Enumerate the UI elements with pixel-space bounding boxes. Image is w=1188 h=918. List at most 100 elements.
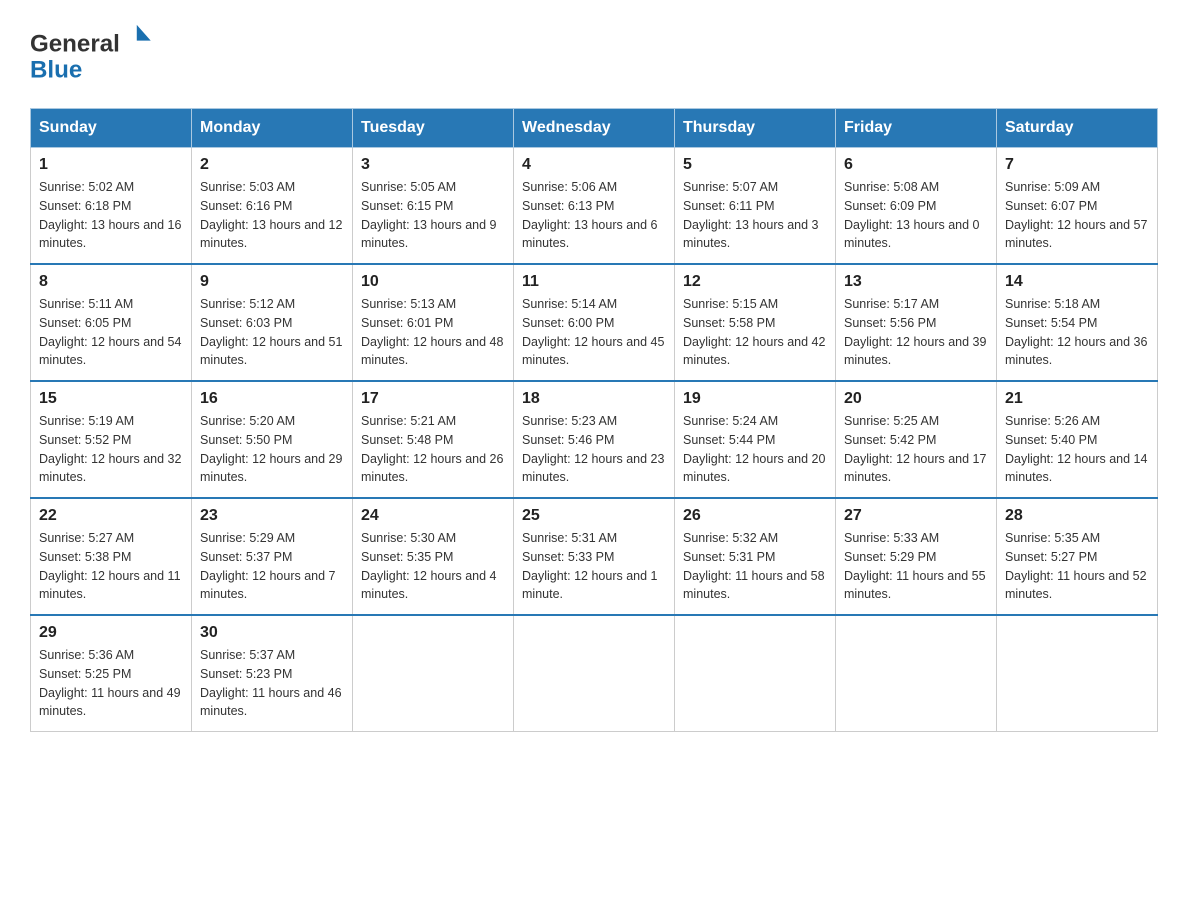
day-info: Sunrise: 5:36 AMSunset: 5:25 PMDaylight:… bbox=[39, 646, 183, 721]
day-number: 19 bbox=[683, 390, 827, 408]
calendar-cell: 4Sunrise: 5:06 AMSunset: 6:13 PMDaylight… bbox=[514, 148, 675, 265]
day-number: 15 bbox=[39, 390, 183, 408]
day-number: 11 bbox=[522, 273, 666, 291]
day-info: Sunrise: 5:25 AMSunset: 5:42 PMDaylight:… bbox=[844, 412, 988, 487]
day-number: 9 bbox=[200, 273, 344, 291]
day-info: Sunrise: 5:12 AMSunset: 6:03 PMDaylight:… bbox=[200, 295, 344, 370]
calendar-cell: 30Sunrise: 5:37 AMSunset: 5:23 PMDayligh… bbox=[192, 615, 353, 732]
calendar-cell bbox=[836, 615, 997, 732]
day-header-thursday: Thursday bbox=[675, 109, 836, 148]
day-info: Sunrise: 5:11 AMSunset: 6:05 PMDaylight:… bbox=[39, 295, 183, 370]
day-number: 6 bbox=[844, 156, 988, 174]
calendar-cell: 26 Sunrise: 5:32 AMSunset: 5:31 PMDayligh… bbox=[675, 498, 836, 615]
day-info: Sunrise: 5:23 AMSunset: 5:46 PMDaylight:… bbox=[522, 412, 666, 487]
calendar-cell: 13Sunrise: 5:17 AMSunset: 5:56 PMDayligh… bbox=[836, 264, 997, 381]
day-info: Sunrise: 5:33 AMSunset: 5:29 PMDaylight:… bbox=[844, 529, 988, 604]
calendar-cell: 22 Sunrise: 5:27 AMSunset: 5:38 PMDayligh… bbox=[31, 498, 192, 615]
calendar-cell: 8 Sunrise: 5:11 AMSunset: 6:05 PMDaylight… bbox=[31, 264, 192, 381]
day-info: Sunrise: 5:29 AMSunset: 5:37 PMDaylight:… bbox=[200, 529, 344, 604]
day-info: Sunrise: 5:32 AMSunset: 5:31 PMDaylight:… bbox=[683, 529, 827, 604]
calendar-cell: 27 Sunrise: 5:33 AMSunset: 5:29 PMDayligh… bbox=[836, 498, 997, 615]
calendar-week-2: 8 Sunrise: 5:11 AMSunset: 6:05 PMDaylight… bbox=[31, 264, 1158, 381]
calendar-cell: 20 Sunrise: 5:25 AMSunset: 5:42 PMDayligh… bbox=[836, 381, 997, 498]
day-info: Sunrise: 5:05 AMSunset: 6:15 PMDaylight:… bbox=[361, 178, 505, 253]
calendar-cell: 19 Sunrise: 5:24 AMSunset: 5:44 PMDayligh… bbox=[675, 381, 836, 498]
day-info: Sunrise: 5:13 AMSunset: 6:01 PMDaylight:… bbox=[361, 295, 505, 370]
day-number: 24 bbox=[361, 507, 505, 525]
day-header-wednesday: Wednesday bbox=[514, 109, 675, 148]
day-number: 10 bbox=[361, 273, 505, 291]
calendar-cell: 15Sunrise: 5:19 AMSunset: 5:52 PMDayligh… bbox=[31, 381, 192, 498]
calendar-cell: 18 Sunrise: 5:23 AMSunset: 5:46 PMDayligh… bbox=[514, 381, 675, 498]
calendar-cell: 23 Sunrise: 5:29 AMSunset: 5:37 PMDayligh… bbox=[192, 498, 353, 615]
day-info: Sunrise: 5:21 AMSunset: 5:48 PMDaylight:… bbox=[361, 412, 505, 487]
day-info: Sunrise: 5:26 AMSunset: 5:40 PMDaylight:… bbox=[1005, 412, 1149, 487]
calendar-cell: 17 Sunrise: 5:21 AMSunset: 5:48 PMDayligh… bbox=[353, 381, 514, 498]
calendar-cell bbox=[514, 615, 675, 732]
day-info: Sunrise: 5:18 AMSunset: 5:54 PMDaylight:… bbox=[1005, 295, 1149, 370]
calendar-cell bbox=[353, 615, 514, 732]
day-info: Sunrise: 5:37 AMSunset: 5:23 PMDaylight:… bbox=[200, 646, 344, 721]
logo: General Blue bbox=[30, 20, 160, 90]
day-number: 8 bbox=[39, 273, 183, 291]
day-info: Sunrise: 5:14 AMSunset: 6:00 PMDaylight:… bbox=[522, 295, 666, 370]
day-info: Sunrise: 5:27 AMSunset: 5:38 PMDaylight:… bbox=[39, 529, 183, 604]
day-info: Sunrise: 5:35 AMSunset: 5:27 PMDaylight:… bbox=[1005, 529, 1149, 604]
day-number: 3 bbox=[361, 156, 505, 174]
calendar-cell: 7 Sunrise: 5:09 AMSunset: 6:07 PMDaylight… bbox=[997, 148, 1158, 265]
calendar-cell: 1 Sunrise: 5:02 AMSunset: 6:18 PMDaylight… bbox=[31, 148, 192, 265]
day-header-friday: Friday bbox=[836, 109, 997, 148]
calendar-header: SundayMondayTuesdayWednesdayThursdayFrid… bbox=[31, 109, 1158, 148]
day-number: 23 bbox=[200, 507, 344, 525]
day-header-sunday: Sunday bbox=[31, 109, 192, 148]
day-number: 2 bbox=[200, 156, 344, 174]
day-number: 20 bbox=[844, 390, 988, 408]
day-number: 21 bbox=[1005, 390, 1149, 408]
day-info: Sunrise: 5:08 AMSunset: 6:09 PMDaylight:… bbox=[844, 178, 988, 253]
calendar-cell: 2 Sunrise: 5:03 AMSunset: 6:16 PMDaylight… bbox=[192, 148, 353, 265]
day-number: 22 bbox=[39, 507, 183, 525]
day-info: Sunrise: 5:24 AMSunset: 5:44 PMDaylight:… bbox=[683, 412, 827, 487]
day-number: 13 bbox=[844, 273, 988, 291]
calendar-cell: 28 Sunrise: 5:35 AMSunset: 5:27 PMDayligh… bbox=[997, 498, 1158, 615]
calendar-body: 1 Sunrise: 5:02 AMSunset: 6:18 PMDaylight… bbox=[31, 148, 1158, 732]
calendar-cell: 3 Sunrise: 5:05 AMSunset: 6:15 PMDaylight… bbox=[353, 148, 514, 265]
day-info: Sunrise: 5:31 AMSunset: 5:33 PMDaylight:… bbox=[522, 529, 666, 604]
page-header: General Blue bbox=[30, 20, 1158, 90]
calendar-cell: 11 Sunrise: 5:14 AMSunset: 6:00 PMDayligh… bbox=[514, 264, 675, 381]
day-number: 28 bbox=[1005, 507, 1149, 525]
day-number: 17 bbox=[361, 390, 505, 408]
calendar-week-4: 22 Sunrise: 5:27 AMSunset: 5:38 PMDayligh… bbox=[31, 498, 1158, 615]
calendar-cell: 10 Sunrise: 5:13 AMSunset: 6:01 PMDayligh… bbox=[353, 264, 514, 381]
day-number: 29 bbox=[39, 624, 183, 642]
calendar-cell: 9 Sunrise: 5:12 AMSunset: 6:03 PMDaylight… bbox=[192, 264, 353, 381]
day-info: Sunrise: 5:30 AMSunset: 5:35 PMDaylight:… bbox=[361, 529, 505, 604]
day-header-tuesday: Tuesday bbox=[353, 109, 514, 148]
day-number: 1 bbox=[39, 156, 183, 174]
calendar-cell bbox=[675, 615, 836, 732]
day-info: Sunrise: 5:20 AMSunset: 5:50 PMDaylight:… bbox=[200, 412, 344, 487]
day-number: 27 bbox=[844, 507, 988, 525]
day-info: Sunrise: 5:02 AMSunset: 6:18 PMDaylight:… bbox=[39, 178, 183, 253]
day-info: Sunrise: 5:03 AMSunset: 6:16 PMDaylight:… bbox=[200, 178, 344, 253]
svg-text:Blue: Blue bbox=[30, 57, 82, 84]
day-number: 18 bbox=[522, 390, 666, 408]
calendar-cell: 29 Sunrise: 5:36 AMSunset: 5:25 PMDayligh… bbox=[31, 615, 192, 732]
day-number: 14 bbox=[1005, 273, 1149, 291]
day-info: Sunrise: 5:06 AMSunset: 6:13 PMDaylight:… bbox=[522, 178, 666, 253]
day-number: 26 bbox=[683, 507, 827, 525]
day-info: Sunrise: 5:15 AMSunset: 5:58 PMDaylight:… bbox=[683, 295, 827, 370]
calendar-cell: 24 Sunrise: 5:30 AMSunset: 5:35 PMDayligh… bbox=[353, 498, 514, 615]
day-info: Sunrise: 5:09 AMSunset: 6:07 PMDaylight:… bbox=[1005, 178, 1149, 253]
day-number: 5 bbox=[683, 156, 827, 174]
calendar-cell bbox=[997, 615, 1158, 732]
day-number: 7 bbox=[1005, 156, 1149, 174]
calendar-week-1: 1 Sunrise: 5:02 AMSunset: 6:18 PMDaylight… bbox=[31, 148, 1158, 265]
calendar-week-5: 29 Sunrise: 5:36 AMSunset: 5:25 PMDayligh… bbox=[31, 615, 1158, 732]
calendar-cell: 14 Sunrise: 5:18 AMSunset: 5:54 PMDayligh… bbox=[997, 264, 1158, 381]
calendar-cell: 25 Sunrise: 5:31 AMSunset: 5:33 PMDayligh… bbox=[514, 498, 675, 615]
calendar-cell: 6 Sunrise: 5:08 AMSunset: 6:09 PMDaylight… bbox=[836, 148, 997, 265]
calendar-cell: 5Sunrise: 5:07 AMSunset: 6:11 PMDaylight… bbox=[675, 148, 836, 265]
calendar-cell: 12Sunrise: 5:15 AMSunset: 5:58 PMDayligh… bbox=[675, 264, 836, 381]
day-number: 25 bbox=[522, 507, 666, 525]
